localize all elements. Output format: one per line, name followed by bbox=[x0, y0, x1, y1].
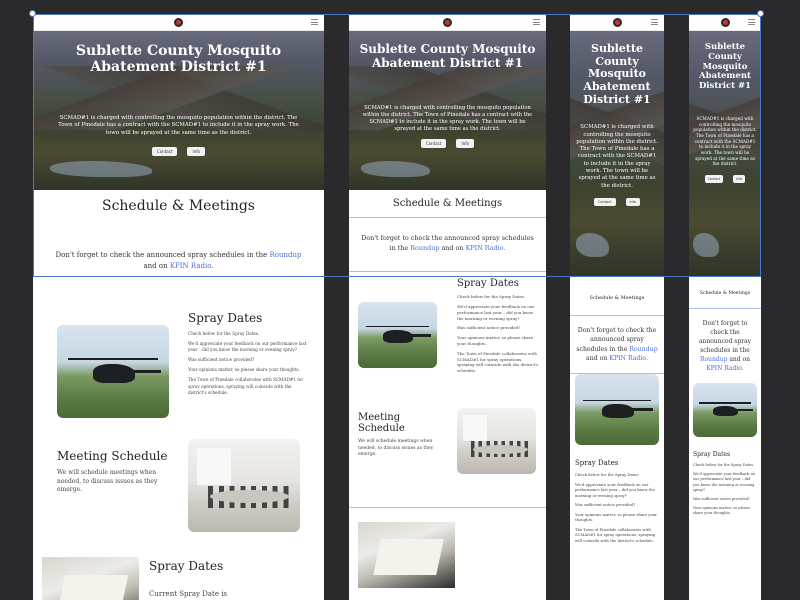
hero-description: SCMAD#1 is charged with controlling the … bbox=[693, 115, 757, 167]
hamburger-menu-icon[interactable] bbox=[311, 19, 318, 25]
helicopter-image bbox=[57, 325, 169, 418]
site-title: Sublette County Mosquito Abatement Distr… bbox=[698, 42, 752, 92]
hero-description: SCMAD#1 is charged with controlling the … bbox=[362, 104, 533, 132]
top-nav bbox=[33, 14, 324, 31]
meeting-heading: Meeting Schedule bbox=[358, 412, 405, 435]
hamburger-menu-icon[interactable] bbox=[651, 19, 658, 25]
info-button[interactable]: Info bbox=[456, 138, 475, 148]
spray-notice: Don't forget to check the announced spra… bbox=[361, 234, 534, 252]
desktop-frame[interactable]: Sublette County Mosquito Abatement Distr… bbox=[33, 14, 324, 600]
tablet-frame[interactable]: Sublette County Mosquito Abatement Distr… bbox=[349, 14, 546, 600]
hamburger-menu-icon[interactable] bbox=[748, 19, 755, 25]
contact-button[interactable]: Contact bbox=[593, 197, 616, 206]
spray-dates-heading: Spray Dates bbox=[693, 451, 731, 458]
hero-description: SCMAD#1 is charged with controlling the … bbox=[576, 124, 658, 189]
site-title: Sublette County Mosquito Abatement Distr… bbox=[359, 42, 536, 70]
helicopter-image bbox=[575, 374, 659, 446]
helicopter-image bbox=[693, 383, 757, 437]
top-nav bbox=[689, 14, 761, 31]
spray-notice: Don't forget to check the announced spra… bbox=[698, 320, 752, 372]
roundup-link[interactable]: Roundup bbox=[410, 244, 439, 252]
info-button[interactable]: Info bbox=[733, 174, 746, 183]
small-mobile-frame[interactable]: Sublette County Mosquito Abatement Distr… bbox=[689, 14, 761, 600]
resize-handle-top-right[interactable] bbox=[757, 10, 764, 17]
mosquito-logo-icon[interactable] bbox=[174, 17, 183, 27]
schedule-title: Schedule & Meetings bbox=[392, 198, 503, 209]
spray-dates-heading: Spray Dates bbox=[457, 278, 519, 290]
spray-dates-heading: Spray Dates bbox=[188, 311, 263, 325]
site-title: Sublette County Mosquito Abatement Distr… bbox=[583, 42, 651, 106]
top-nav bbox=[349, 14, 546, 31]
meeting-room-image bbox=[188, 439, 300, 532]
hero-description: SCMAD#1 is charged with controlling the … bbox=[58, 115, 299, 136]
current-spray-date: Current Spray Date is set for 07-29-2023… bbox=[149, 590, 228, 598]
current-spray-heading: Spray Dates bbox=[149, 559, 224, 573]
helicopter-image bbox=[358, 302, 437, 369]
resize-handle-top-left[interactable] bbox=[29, 10, 36, 17]
design-canvas: Sublette County Mosquito Abatement Distr… bbox=[0, 0, 800, 600]
meeting-room-image bbox=[457, 408, 536, 475]
spray-dates-heading: Spray Dates bbox=[575, 459, 619, 468]
spray-notice: Don't forget to check the announced spra… bbox=[576, 327, 658, 362]
roundup-link[interactable]: Roundup bbox=[700, 356, 727, 363]
book-image bbox=[42, 557, 139, 600]
schedule-title: Schedule & Meetings bbox=[589, 295, 645, 301]
contact-button[interactable]: Contact bbox=[420, 138, 447, 148]
site-title: Sublette County Mosquito Abatement Distr… bbox=[75, 43, 282, 76]
contact-button[interactable]: Contact bbox=[151, 147, 178, 157]
hamburger-menu-icon[interactable] bbox=[533, 19, 540, 25]
contact-button[interactable]: Contact bbox=[704, 174, 724, 183]
kpin-radio-link[interactable]: KPIN Radio. bbox=[609, 355, 648, 362]
hero-banner: Sublette County Mosquito Abatement Distr… bbox=[33, 31, 324, 190]
schedule-title: Schedule & Meetings bbox=[699, 291, 751, 296]
roundup-link[interactable]: Roundup bbox=[270, 251, 302, 259]
mobile-frame[interactable]: Sublette County Mosquito Abatement Distr… bbox=[570, 14, 664, 600]
kpin-radio-link[interactable]: KPIN Radio. bbox=[170, 262, 214, 270]
info-button[interactable]: Info bbox=[187, 147, 206, 157]
kpin-radio-link[interactable]: KPIN Radio. bbox=[706, 365, 743, 372]
mosquito-logo-icon[interactable] bbox=[720, 17, 730, 27]
book-image bbox=[358, 522, 455, 589]
meeting-heading: Meeting Schedule bbox=[57, 449, 168, 463]
mosquito-logo-icon[interactable] bbox=[612, 17, 622, 27]
roundup-link[interactable]: Roundup bbox=[629, 346, 657, 353]
spray-notice: Don't forget to check the announced spra… bbox=[55, 251, 302, 270]
mosquito-logo-icon[interactable] bbox=[443, 17, 452, 27]
info-button[interactable]: Info bbox=[625, 197, 641, 206]
top-nav bbox=[570, 14, 664, 31]
hero-banner: Sublette County Mosquito Abatement Distr… bbox=[349, 31, 546, 190]
hero-banner: Sublette County Mosquito Abatement Distr… bbox=[570, 31, 664, 277]
hero-banner: Sublette County Mosquito Abatement Distr… bbox=[689, 31, 761, 277]
schedule-title: Schedule & Meetings bbox=[101, 198, 255, 214]
kpin-radio-link[interactable]: KPIN Radio. bbox=[466, 244, 506, 252]
